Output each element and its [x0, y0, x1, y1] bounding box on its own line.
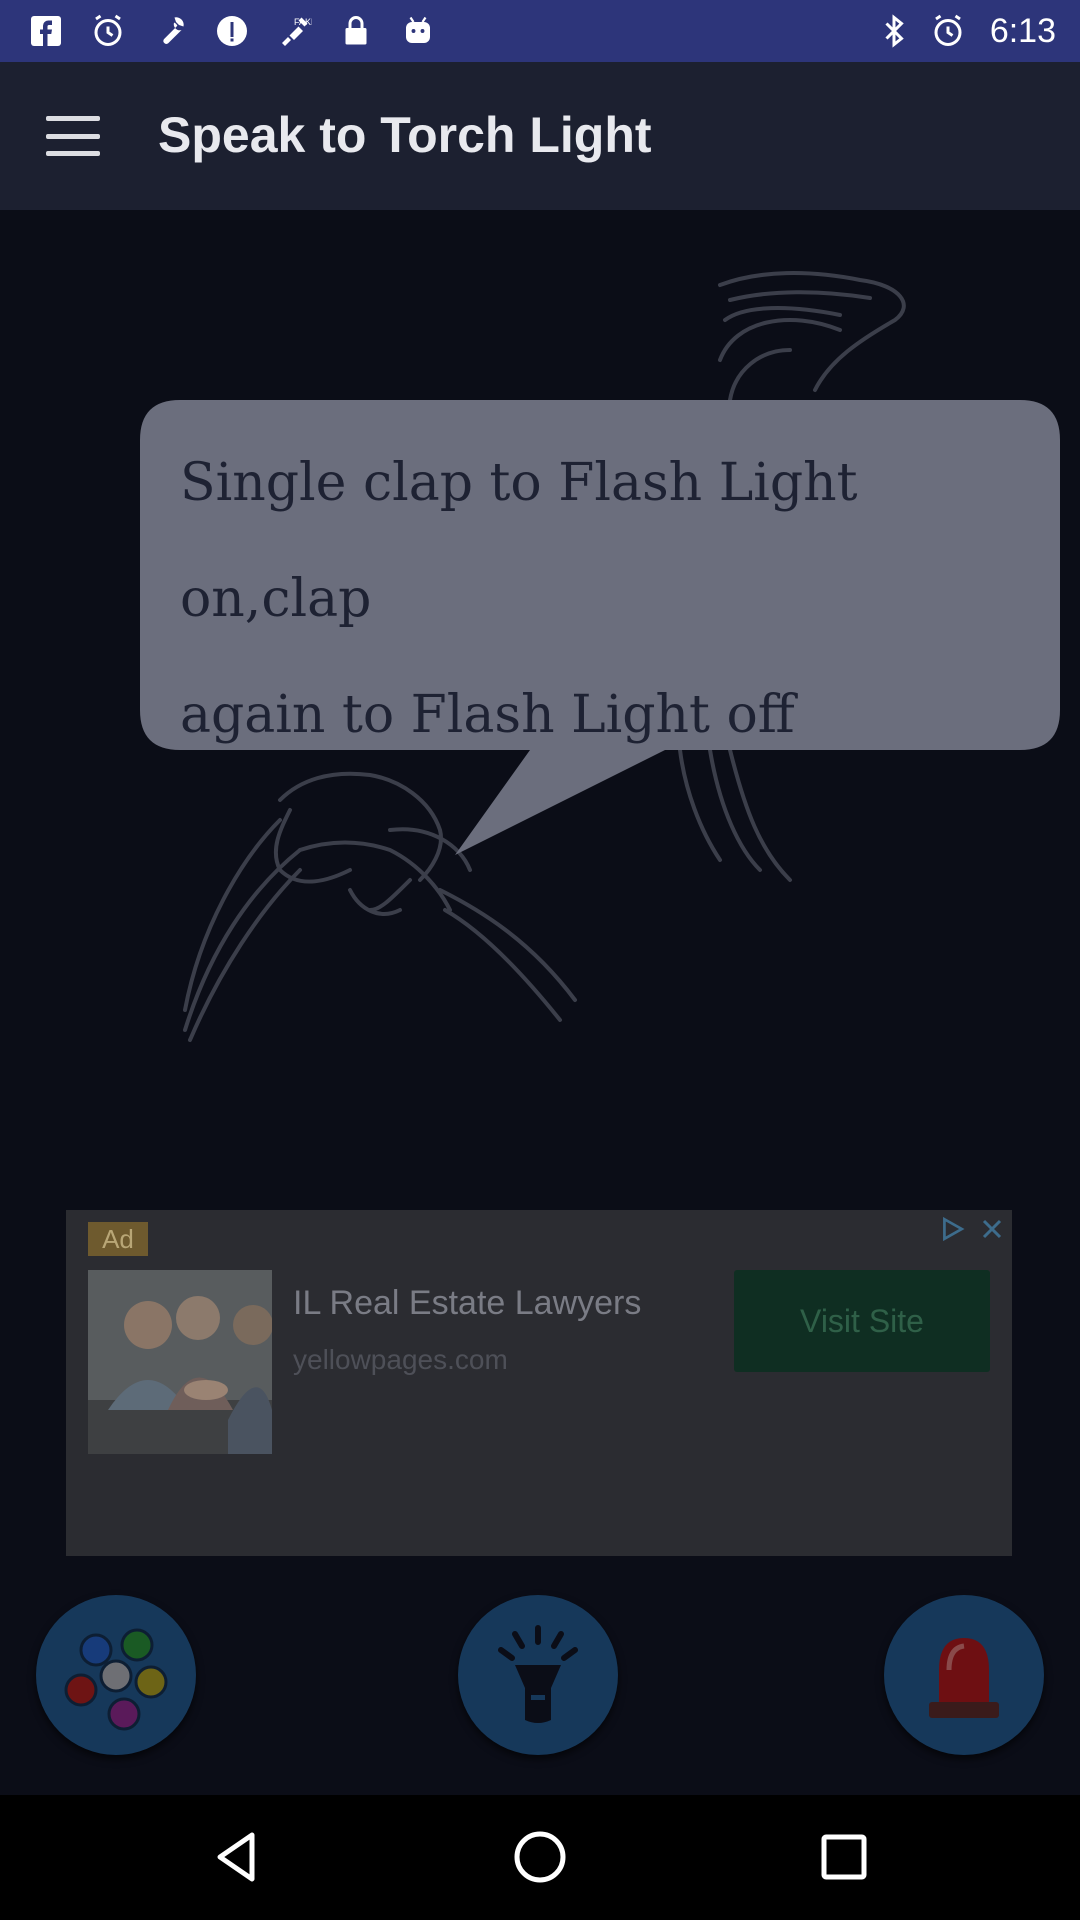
fake-gps-icon: FAKE: [274, 11, 314, 51]
siren-button[interactable]: [884, 1595, 1044, 1755]
facebook-icon: [26, 11, 66, 51]
visit-site-button[interactable]: Visit Site: [734, 1270, 990, 1372]
ad-headline[interactable]: IL Real Estate Lawyers: [293, 1284, 641, 1323]
ad-url: yellowpages.com: [293, 1344, 508, 1375]
ad-banner[interactable]: Ad IL Real Estate Lawyers yellowpages.co…: [66, 1210, 1012, 1556]
instruction-line-2: again to Flash Light off: [180, 685, 795, 745]
ad-badge: Ad: [88, 1222, 148, 1256]
instruction-line-1: Single clap to Flash Light on,clap: [180, 453, 858, 629]
status-icons-left: FAKE: [26, 10, 438, 52]
bottom-controls: [0, 1595, 1080, 1795]
bluetooth-icon: [874, 11, 914, 51]
back-icon: [217, 1832, 255, 1882]
lock-icon: [336, 11, 376, 51]
alarm-icon: [928, 11, 968, 51]
android-icon: [398, 11, 438, 51]
ad-choices[interactable]: [932, 1210, 1012, 1248]
page-title: Speak to Torch Light: [158, 107, 652, 163]
ad-choices-icon[interactable]: [932, 1210, 972, 1248]
main-content: Single clap to Flash Light on,clap again…: [0, 210, 1080, 1795]
svg-text:FAKE: FAKE: [294, 17, 312, 27]
app-bar: Speak to Torch Light: [0, 62, 1080, 210]
recent-apps-button[interactable]: [804, 1817, 884, 1897]
instruction-text: Single clap to Flash Light on,clap again…: [180, 425, 1040, 773]
info-icon: [212, 11, 252, 51]
wrench-icon: [150, 11, 190, 51]
recent-apps-icon: [821, 1834, 867, 1880]
status-time: 6:13: [989, 11, 1056, 50]
hamburger-menu-icon[interactable]: [40, 108, 106, 164]
navigation-bar: [0, 1795, 1080, 1920]
home-button[interactable]: [500, 1817, 580, 1897]
close-icon[interactable]: [972, 1210, 1012, 1248]
torch-button[interactable]: [458, 1595, 618, 1755]
alarm-icon: [88, 11, 128, 51]
back-button[interactable]: [196, 1817, 276, 1897]
ad-image[interactable]: [88, 1270, 272, 1454]
siren-icon: [929, 1638, 999, 1718]
torch-icon: [498, 1625, 578, 1723]
color-palette-icon: [64, 1628, 168, 1731]
status-icons-right: 6:13: [874, 10, 1056, 52]
home-icon: [514, 1831, 566, 1883]
status-bar: FAKE 6:13: [0, 0, 1080, 62]
color-palette-button[interactable]: [36, 1595, 196, 1755]
